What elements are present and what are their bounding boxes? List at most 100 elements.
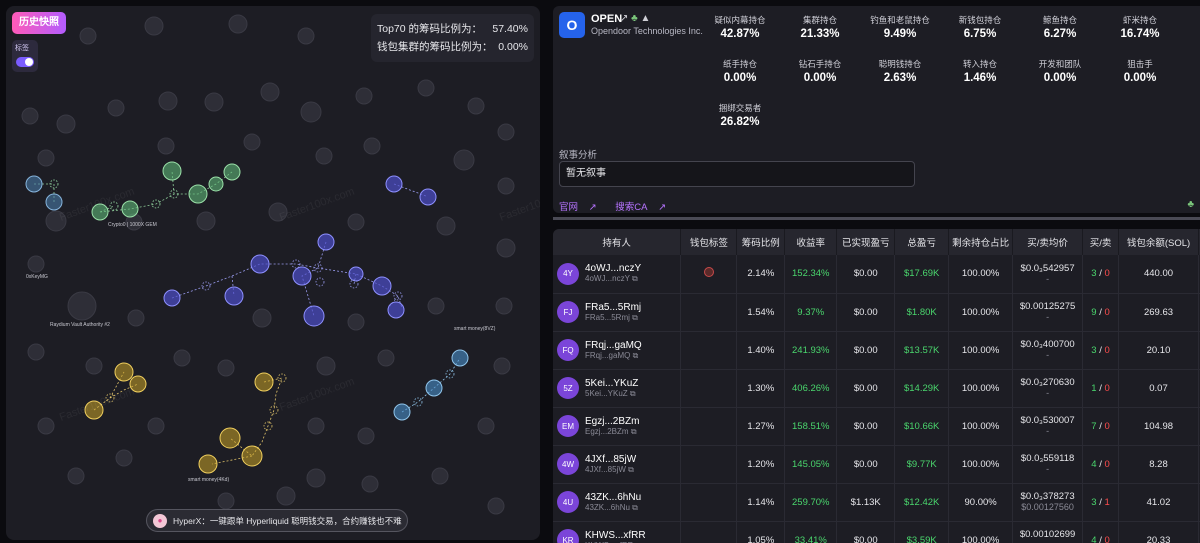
watermark: Faster100x.com [278, 376, 356, 414]
holder-name[interactable]: FRa5...5Rmj [585, 302, 641, 313]
remain-cell: 100.00% [948, 369, 1014, 408]
token-info-panel: O OPEN ↗ ♣ ▲ Opendoor Technologies Inc. … [553, 6, 1200, 213]
holder-cell: KR KHWS...xfRR KHWS...xfRR ⧉ [553, 521, 682, 543]
label-toggle-switch[interactable] [16, 57, 34, 67]
metric-bundler: 捆绑交易者 26.82% [705, 102, 775, 128]
metric-value: 1.46% [963, 72, 997, 84]
frog-icon[interactable]: ♣ [1187, 199, 1194, 210]
copy-icon[interactable]: ⧉ [628, 465, 634, 474]
external-link-icon: ↗ [658, 202, 667, 213]
table-row[interactable]: FQ FRqj...gaMQ FRqj...gaMQ ⧉ 1.40% 241.9… [553, 331, 1200, 370]
token-logo: O [559, 12, 585, 38]
table-row[interactable]: 4Y 4oWJ...nczY 4oWJ...nczY ⧉ 2.14% 152.3… [553, 255, 1200, 294]
col-wallet-tag[interactable]: 钱包标签 [680, 229, 738, 255]
holder-address: Egzj...2BZm ⧉ [585, 427, 639, 437]
metric-label: 钓鱼和老鼠持仓 [870, 15, 930, 25]
holder-cell: FQ FRqj...gaMQ FRqj...gaMQ ⧉ [553, 331, 682, 370]
metric-value: 2.63% [883, 72, 917, 84]
copy-icon[interactable]: ⧉ [630, 389, 636, 398]
metric-label: 钻石手持仓 [798, 59, 842, 69]
table-row[interactable]: KR KHWS...xfRR KHWS...xfRR ⧉ 1.05% 33.41… [553, 521, 1200, 543]
balance-cell: 0.07 [1118, 369, 1199, 408]
remain-cell: 100.00% [948, 445, 1014, 484]
table-row[interactable]: 4U 43ZK...6hNu 43ZK...6hNu ⧉ 1.14% 259.7… [553, 483, 1200, 522]
buy-count: 4 [1091, 458, 1097, 470]
metric-shrimp: 虾米持仓 16.74% [1105, 14, 1175, 40]
hyperx-promo-banner[interactable]: ● HyperX：一键跟单 Hyperliquid 聪明钱交易，合约赚钱也不难 [146, 509, 408, 532]
holder-name[interactable]: 4JXf...85jW [585, 454, 636, 465]
watermark: Faster100x.com [278, 186, 356, 224]
table-row[interactable]: FJ FRa5...5Rmj FRa5...5Rmj ⧉ 1.54% 9.37%… [553, 293, 1200, 332]
avatar: EM [557, 415, 579, 437]
sell-count: 0 [1104, 344, 1110, 356]
label-toggle-container: 标签 [12, 40, 38, 72]
history-snapshot-button[interactable]: 历史快照 [12, 12, 66, 34]
stat-label: Top70 的筹码比例为： [377, 23, 483, 35]
realized-cell: $1.13K [836, 483, 896, 522]
ratio-cell: 2.14% [736, 255, 786, 294]
metric-label: 新钱包持仓 [958, 15, 1002, 25]
roi-cell: 9.37% [784, 293, 838, 332]
roi-cell: 152.34% [784, 255, 838, 294]
total-pnl-cell: $10.66K [894, 407, 950, 446]
metric-label: 纸手持仓 [722, 59, 757, 69]
sell-count: 0 [1104, 306, 1110, 318]
col-balance[interactable]: 钱包余额(SOL) [1118, 229, 1199, 255]
website-link[interactable]: 官网 ↗ [559, 202, 605, 213]
holder-name[interactable]: KHWS...xfRR [585, 530, 646, 541]
metric-dev-team: 开发和团队 0.00% [1025, 58, 1095, 84]
copy-icon[interactable]: ⧉ [632, 503, 638, 512]
holder-name[interactable]: FRqj...gaMQ [585, 340, 642, 351]
copy-icon[interactable]: ⧉ [632, 313, 638, 322]
sell-count: 0 [1104, 420, 1110, 432]
holder-name[interactable]: 5Kei...YKuZ [585, 378, 638, 389]
balance-cell: 20.33 [1118, 521, 1199, 543]
col-avg-price[interactable]: 买/卖均价 [1012, 229, 1084, 255]
copy-icon[interactable]: ⧉ [632, 274, 638, 283]
bubble-map-graph[interactable]: Crypto0 | 1000X GEM 0xKeyMG Raydium Vaul… [6, 6, 540, 540]
metric-value: 0.00% [1123, 72, 1157, 84]
col-realized[interactable]: 已实现盈亏 [836, 229, 896, 255]
search-ca-link[interactable]: 搜索CA ↗ [615, 202, 674, 213]
realized-cell: $0.00 [836, 293, 896, 332]
buy-count: 9 [1091, 306, 1097, 318]
table-row[interactable]: 5Z 5Kei...YKuZ 5Kei...YKuZ ⧉ 1.30% 406.2… [553, 369, 1200, 408]
table-row[interactable]: EM Egzj...2BZm Egzj...2BZm ⧉ 1.27% 158.5… [553, 407, 1200, 446]
col-roi[interactable]: 收益率 [784, 229, 838, 255]
col-holder[interactable]: 持有人 [553, 229, 682, 255]
col-buy-sell[interactable]: 买/卖 [1082, 229, 1120, 255]
realized-cell: $0.00 [836, 445, 896, 484]
remain-cell: 100.00% [948, 255, 1014, 294]
total-pnl-cell: $9.77K [894, 445, 950, 484]
copy-icon[interactable]: ⧉ [631, 427, 637, 436]
col-remain[interactable]: 剩余持仓占比 [948, 229, 1014, 255]
user-icon[interactable]: ▲ [641, 13, 651, 24]
buy-count: 3 [1091, 496, 1097, 508]
frog-icon[interactable]: ♣ [631, 13, 638, 24]
buy-sell-cell: 4 / 0 [1082, 445, 1120, 484]
buy-count: 3 [1091, 344, 1097, 356]
wallet-tag-cell [680, 331, 738, 370]
buy-sell-cell: 1 / 0 [1082, 369, 1120, 408]
metric-diamond-hand: 钻石手持仓 0.00% [785, 58, 855, 84]
metric-label: 转入持仓 [962, 59, 997, 69]
wallet-tag-cell [680, 445, 738, 484]
metric-value: 0.00% [1043, 72, 1077, 84]
holder-name[interactable]: 43ZK...6hNu [585, 492, 641, 503]
realized-cell: $0.00 [836, 331, 896, 370]
col-ratio[interactable]: 筹码比例 [736, 229, 786, 255]
buy-count: 3 [1091, 268, 1097, 280]
copy-icon[interactable]: ⧉ [633, 351, 639, 360]
holder-name[interactable]: 4oWJ...nczY [585, 263, 641, 274]
balance-cell: 41.02 [1118, 483, 1199, 522]
holder-address: 5Kei...YKuZ ⧉ [585, 389, 638, 399]
col-total-pnl[interactable]: 总盈亏 [894, 229, 950, 255]
realized-cell: $0.00 [836, 255, 896, 294]
sell-avg-price: - [1046, 273, 1050, 284]
metric-transfer-in: 转入持仓 1.46% [945, 58, 1015, 84]
table-row[interactable]: 4W 4JXf...85jW 4JXf...85jW ⧉ 1.20% 145.0… [553, 445, 1200, 484]
total-pnl-cell: $3.59K [894, 521, 950, 543]
external-link-icon[interactable]: ↗ [620, 13, 628, 24]
holder-name[interactable]: Egzj...2BZm [585, 416, 639, 427]
narrative-field[interactable]: 暂无叙事 [559, 161, 915, 187]
